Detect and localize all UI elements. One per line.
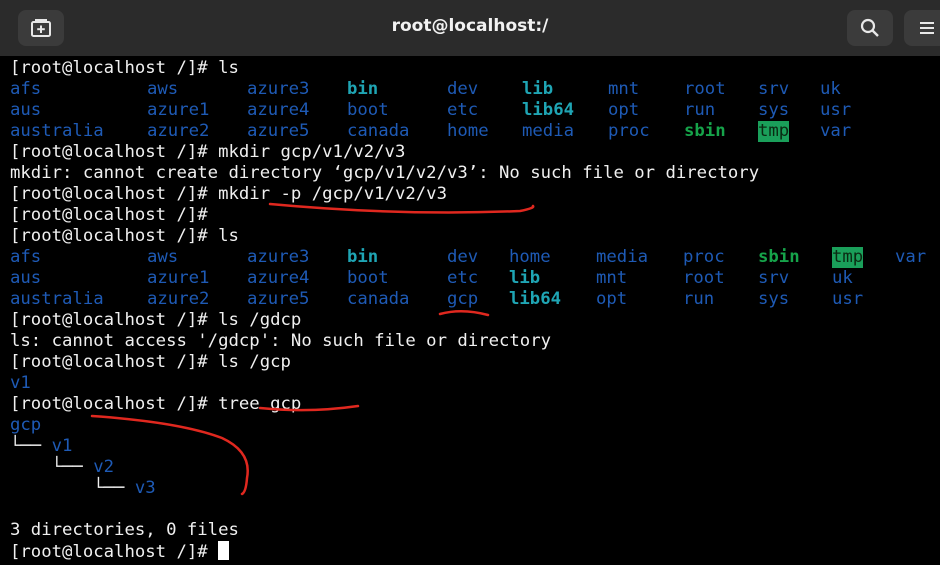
title-bar: root@localhost:/: [0, 0, 940, 56]
hamburger-menu-icon: [920, 22, 934, 34]
search-button[interactable]: [847, 10, 893, 46]
red-annotation-marks: [90, 202, 535, 496]
terminal-output[interactable]: [root@localhost /]# ls afs aws azure3 bi…: [0, 56, 940, 565]
menu-button[interactable]: [904, 10, 940, 46]
search-icon: [860, 18, 879, 37]
window-title: root@localhost:/: [391, 16, 549, 36]
